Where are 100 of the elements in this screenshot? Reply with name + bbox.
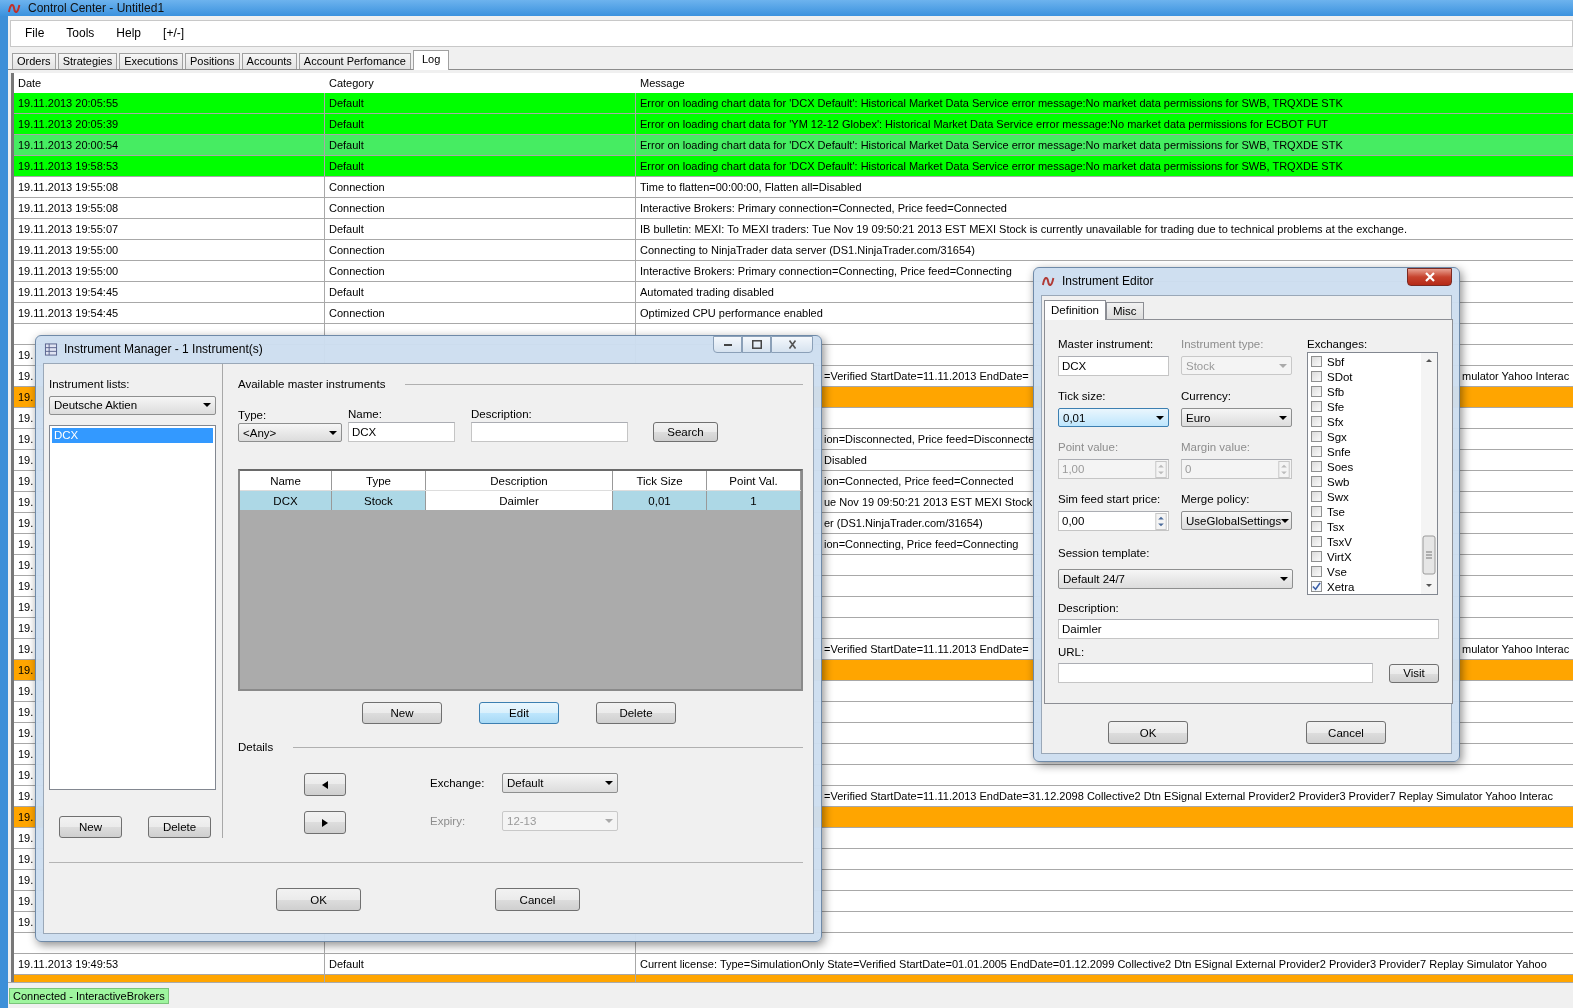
description-field[interactable] xyxy=(471,422,628,442)
minimize-button[interactable] xyxy=(713,336,742,353)
message-cell: Connecting to NinjaTrader data server (DS1.NinjaTrader.com/31654) xyxy=(640,243,975,256)
date-cell: 19.11.2013 19:54:45 xyxy=(18,285,119,298)
checkbox[interactable] xyxy=(1311,386,1322,397)
dropdown[interactable]: UseGlobalSettings xyxy=(1181,511,1292,530)
log-row[interactable]: 19.11.2013 19:58:53 Default Error on loading chart data for 'DCX Default': Historical Market Data Service error message:No market data permissions for SWB, TRQXDE STK xyxy=(14,155,1573,177)
column-header[interactable]: Tick Size xyxy=(613,471,707,490)
exchange-dropdown[interactable]: Default xyxy=(502,773,618,793)
checkbox[interactable] xyxy=(1311,491,1322,502)
checkbox[interactable] xyxy=(1311,446,1322,457)
column-header[interactable]: Category xyxy=(325,76,636,89)
column-header[interactable]: Name xyxy=(240,471,332,490)
tab[interactable]: Misc xyxy=(1105,302,1144,319)
checkbox[interactable] xyxy=(1311,521,1322,532)
session-template-dropdown[interactable]: Default 24/7 xyxy=(1058,569,1293,589)
column-header[interactable]: Message xyxy=(636,76,1573,89)
log-row[interactable]: 19.11.2013 19:55:08 Connection Time to flatten=00:00:00, Flatten all=Disabled xyxy=(14,176,1573,198)
checkbox[interactable] xyxy=(1311,401,1322,412)
grid-button[interactable]: New xyxy=(362,702,442,724)
close-button[interactable] xyxy=(771,336,813,353)
next-button[interactable] xyxy=(304,811,346,834)
close-button[interactable] xyxy=(1407,268,1452,286)
date-cell: 19. xyxy=(18,474,34,487)
log-row[interactable]: 19.11.2013 20:00:54 Default Error on loading chart data for 'DCX Default': Historical Market Data Service error message:No market data permissions for SWB, TRQXDE STK xyxy=(14,134,1573,156)
field-label: Expiry: xyxy=(430,815,467,827)
dialog-button[interactable]: Cancel xyxy=(1306,721,1386,744)
checkbox[interactable] xyxy=(1311,431,1322,442)
grid-row[interactable]: DCX Stock Daimler 0,01 1 xyxy=(240,491,801,510)
search-button[interactable]: Search xyxy=(653,422,718,442)
column-header[interactable]: Type xyxy=(332,471,426,490)
maximize-button[interactable] xyxy=(742,336,771,353)
dialog-button[interactable]: OK xyxy=(276,888,361,911)
tab[interactable]: Orders xyxy=(12,52,56,69)
field-label: Sim feed start price: xyxy=(1058,492,1162,507)
message-cell: Interactive Brokers: Primary connection=Connected, Price feed=Connected xyxy=(640,201,1007,214)
tab[interactable]: Account Perfomance xyxy=(298,52,411,69)
date-cell: 19.11.2013 19:55:07 xyxy=(18,222,119,235)
tab[interactable]: Executions xyxy=(119,52,183,69)
checkbox[interactable] xyxy=(1311,551,1322,562)
tab[interactable]: Log xyxy=(413,49,450,70)
input-field[interactable]: DCX xyxy=(1058,356,1169,376)
previous-button[interactable] xyxy=(304,773,346,796)
date-cell: 19. xyxy=(18,516,34,529)
type-dropdown[interactable]: <Any> xyxy=(238,423,342,442)
description-field[interactable]: Daimler xyxy=(1058,619,1439,639)
checkbox[interactable] xyxy=(1311,506,1322,517)
field-label: Point value: xyxy=(1058,440,1120,455)
name-field[interactable]: DCX xyxy=(348,422,455,442)
tab[interactable]: Positions xyxy=(184,52,240,69)
dropdown[interactable]: Euro xyxy=(1181,408,1292,427)
list-button[interactable]: New xyxy=(59,816,122,838)
visit-button[interactable]: Visit xyxy=(1389,663,1439,683)
checkbox[interactable] xyxy=(1311,356,1322,367)
log-row[interactable]: 19.11.2013 19:55:00 Connection Connecting to NinjaTrader data server (DS1.NinjaTrader.com/31654) xyxy=(14,239,1573,261)
dialog-button[interactable]: Cancel xyxy=(495,888,580,911)
spin-arrows-icon xyxy=(1155,460,1167,478)
category-cell: Default xyxy=(329,117,364,130)
checkbox[interactable] xyxy=(1311,536,1322,547)
message-cell: =Verified StartDate=11.11.2013 EndDate= xyxy=(824,642,1029,655)
tab[interactable]: Definition xyxy=(1044,300,1106,320)
menu-item[interactable]: [+/-] xyxy=(155,26,193,41)
grid-button[interactable]: Edit xyxy=(479,702,559,724)
log-row[interactable]: 19.11.2013 19:55:07 Default IB bulletin: MEXI: To MEXI traders: Tue Nov 19 09:50:21 2013 EST MEXI Stock is currently unavailable for trading due to technical problems at the exchange. xyxy=(14,218,1573,240)
message-cell: Time to flatten=00:00:00, Flatten all=Disabled xyxy=(640,180,862,193)
date-cell: 19.11.2013 19:49:53 xyxy=(18,957,119,970)
url-field[interactable] xyxy=(1058,663,1373,683)
log-row[interactable] xyxy=(14,953,1573,975)
log-row[interactable]: 19.11.2013 20:05:55 Default Error on loading chart data for 'DCX Default': Historical Market Data Service error message:No market data permissions for SWB, TRQXDE STK xyxy=(14,92,1573,114)
dropdown[interactable]: Deutsche Aktien xyxy=(49,396,216,415)
menu-item[interactable]: Tools xyxy=(58,26,103,41)
list-button[interactable]: Delete xyxy=(148,816,211,838)
scrollbar[interactable] xyxy=(1421,353,1437,594)
log-row[interactable]: 19.11.2013 20:05:39 Default Error on loading chart data for 'YM 12-12 Globex': Historical Market Data Service error message:No market data permissions for ECBOT FUT xyxy=(14,113,1573,135)
spin-box[interactable]: 0,00 xyxy=(1058,511,1169,531)
minimize-icon xyxy=(723,343,732,346)
checkbox[interactable] xyxy=(1311,371,1322,382)
checkbox[interactable] xyxy=(1311,581,1322,592)
message-cell: Automated trading disabled xyxy=(640,285,774,298)
checkbox[interactable] xyxy=(1311,461,1322,472)
column-header[interactable]: Description xyxy=(426,471,613,490)
log-row[interactable]: 19.11.2013 19:55:08 Connection Interactive Brokers: Primary connection=Connected, Price feed=Connected xyxy=(14,197,1573,219)
exchange-name: SDot xyxy=(1327,370,1353,383)
menu-item[interactable]: Help xyxy=(108,26,150,41)
tab[interactable]: Strategies xyxy=(57,52,118,69)
dialog-button[interactable]: OK xyxy=(1108,721,1188,744)
checkbox[interactable] xyxy=(1311,476,1322,487)
menu-item[interactable]: File xyxy=(17,26,53,41)
checkbox[interactable] xyxy=(1311,566,1322,577)
tab[interactable]: Accounts xyxy=(241,52,297,69)
close-icon xyxy=(788,340,796,349)
column-header[interactable]: Date xyxy=(14,76,325,89)
dropdown[interactable]: 0,01 xyxy=(1058,408,1169,427)
exchange-name: Swb xyxy=(1327,475,1350,488)
category-cell: Default xyxy=(329,222,364,235)
right-triangle-icon xyxy=(322,818,328,827)
grid-button[interactable]: Delete xyxy=(596,702,676,724)
column-header[interactable]: Point Val. xyxy=(707,471,801,490)
caret-icon xyxy=(605,819,613,823)
checkbox[interactable] xyxy=(1311,416,1322,427)
